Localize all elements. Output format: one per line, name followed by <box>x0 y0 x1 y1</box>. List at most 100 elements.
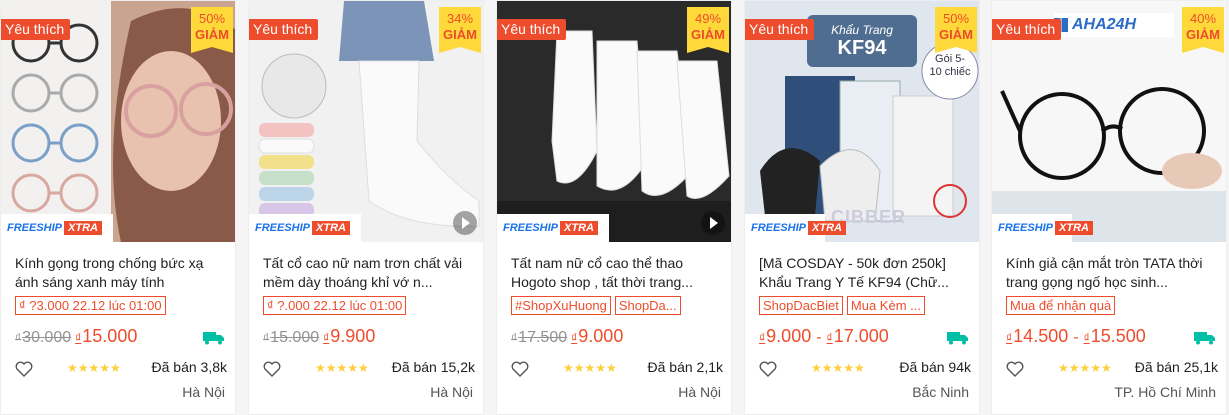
product-title[interactable]: [Mã COSDAY - 50k đơn 250k] Khẩu Trang Y … <box>759 254 971 292</box>
heart-icon[interactable] <box>759 361 777 377</box>
promo-tag: ShopDa... <box>614 296 681 315</box>
product-meta: ★★★★★ Đã bán 94k <box>759 359 971 379</box>
product-grid-row: Yêu thích 50% GIẢM FREESHIP XTRA Kính gọn… <box>0 0 1229 415</box>
banner-pack: Gói 5-10 chiếc <box>929 53 971 78</box>
sale-price-max: ₫17.000 <box>826 326 889 346</box>
sale-price-min: ₫9.000 <box>759 326 812 346</box>
shop-location: Hà Nội <box>430 384 473 400</box>
product-image[interactable]: AHA24H Yêu thích 40% GIẢM FREESHIP XTRA <box>992 1 1226 242</box>
freeship-text: FREESHIP <box>7 222 63 234</box>
heart-icon[interactable] <box>263 361 281 377</box>
favorite-badge: Yêu thích <box>1 19 71 40</box>
promo-tag: ShopDacBiet <box>759 296 843 315</box>
sale-price: ₫9.900 <box>323 326 376 346</box>
currency-symbol: ₫ <box>759 331 766 345</box>
promo-tag: #ShopXuHuong <box>511 296 611 315</box>
freeship-text: FREESHIP <box>503 222 559 234</box>
favorite-badge: Yêu thích <box>249 19 319 40</box>
sale-price: ₫9.000 <box>571 326 624 346</box>
promo-tags: ₫ ?.000 22.12 lúc 01:00 <box>263 296 407 315</box>
video-play-icon[interactable] <box>701 211 725 235</box>
discount-percent: 50% <box>198 11 226 26</box>
xtra-text: XTRA <box>808 221 846 235</box>
rating-stars: ★★★★★ <box>1058 361 1112 375</box>
product-title[interactable]: Kính giả cận mắt tròn TATA thời trang gọ… <box>1006 254 1218 292</box>
rating-stars: ★★★★★ <box>67 361 121 375</box>
product-title[interactable]: Tất cổ cao nữ nam trơn chất vải mềm dày … <box>263 254 475 292</box>
discount-label: GIẢM <box>195 27 229 42</box>
favorite-badge: Yêu thích <box>745 19 815 40</box>
price-block: ₫17.500 ₫9.000 <box>511 326 623 347</box>
discount-label: GIẢM <box>1186 27 1220 42</box>
price-separator: - <box>1073 329 1079 346</box>
discount-label: GIẢM <box>691 27 725 42</box>
heart-icon[interactable] <box>15 361 33 377</box>
product-image[interactable]: Yêu thích 50% GIẢM FREESHIP XTRA <box>1 1 235 242</box>
price-block: ₫9.000 - ₫17.000 <box>759 326 889 347</box>
freeship-xtra-badge: FREESHIP XTRA <box>249 214 361 242</box>
currency-symbol: ₫ <box>75 331 82 345</box>
product-title[interactable]: Kính gọng trong chống bức xạ ánh sáng xa… <box>15 254 227 292</box>
promo-tag: ₫ ?.000 22.12 lúc 01:00 <box>263 296 407 315</box>
promo-tag: Mua Kèm ... <box>846 296 925 315</box>
currency-symbol: ₫ <box>511 331 518 345</box>
brand-badge: AHA24H <box>1054 13 1174 37</box>
brand-mark: AHA24H <box>1072 16 1137 33</box>
price-block: ₫30.000 ₫15.000 <box>15 326 137 347</box>
xtra-text: XTRA <box>64 221 102 235</box>
product-card[interactable]: Khẩu Trang KF94 Gói 5-10 chiếc CIBBER Yê… <box>744 0 980 415</box>
sold-count: Đã bán 25,1k <box>1134 359 1218 375</box>
product-title[interactable]: Tất nam nữ cổ cao thể thao Hogoto shop ,… <box>511 254 723 292</box>
freeship-xtra-badge: FREESHIP XTRA <box>1 214 113 242</box>
product-card[interactable]: Yêu thích 50% GIẢM FREESHIP XTRA Kính gọn… <box>0 0 236 415</box>
product-card[interactable]: AHA24H Yêu thích 40% GIẢM FREESHIP XTRA K… <box>991 0 1227 415</box>
freeship-text: FREESHIP <box>998 222 1054 234</box>
discount-percent: 50% <box>942 11 970 26</box>
promo-tag: ₫ ?3.000 22.12 lúc 01:00 <box>15 296 166 315</box>
original-price: ₫17.500 <box>511 329 568 346</box>
discount-label: GIẢM <box>939 27 973 42</box>
shop-location: Bắc Ninh <box>912 384 969 400</box>
original-price: ₫15.000 <box>263 329 320 346</box>
price-block: ₫14.500 - ₫15.500 <box>1006 326 1146 347</box>
currency-symbol: ₫ <box>1006 331 1013 345</box>
heart-icon[interactable] <box>1006 361 1024 377</box>
currency-symbol: ₫ <box>323 331 330 345</box>
sale-price-min: ₫14.500 <box>1006 326 1069 346</box>
discount-badge: 50% GIẢM <box>191 7 233 53</box>
sold-count: Đã bán 2,1k <box>647 359 724 375</box>
discount-percent: 34% <box>446 11 474 26</box>
sold-count: Đã bán 3,8k <box>151 359 228 375</box>
banner-model: KF94 <box>837 37 887 59</box>
video-play-icon[interactable] <box>453 211 477 235</box>
product-card[interactable]: Yêu thích 34% GIẢM FREESHIP XTRA Tất cổ c… <box>248 0 484 415</box>
rating-stars: ★★★★★ <box>563 361 617 375</box>
discount-badge: 34% GIẢM <box>439 7 481 53</box>
freeship-xtra-badge: FREESHIP XTRA <box>745 214 846 242</box>
favorite-badge: Yêu thích <box>497 19 567 40</box>
currency-symbol: ₫ <box>15 331 22 345</box>
original-price: ₫30.000 <box>15 329 72 346</box>
discount-percent: 40% <box>1189 11 1217 26</box>
sale-price-max: ₫15.500 <box>1083 326 1146 346</box>
sale-price: ₫15.000 <box>75 326 138 346</box>
discount-badge: 50% GIẢM <box>935 7 977 53</box>
sold-count: Đã bán 94k <box>899 359 971 375</box>
favorite-badge: Yêu thích <box>992 19 1062 40</box>
xtra-text: XTRA <box>1055 221 1093 235</box>
product-meta: ★★★★★ Đã bán 25,1k <box>1006 359 1218 379</box>
product-card[interactable]: Yêu thích 49% GIẢM FREESHIP XTRA Tất nam … <box>496 0 732 415</box>
xtra-text: XTRA <box>312 221 350 235</box>
currency-symbol: ₫ <box>263 331 270 345</box>
heart-icon[interactable] <box>511 361 529 377</box>
product-image[interactable]: Yêu thích 34% GIẢM FREESHIP XTRA <box>249 1 483 242</box>
product-image[interactable]: Yêu thích 49% GIẢM FREESHIP XTRA <box>497 1 731 242</box>
product-image[interactable]: Khẩu Trang KF94 Gói 5-10 chiếc CIBBER Yê… <box>745 1 979 242</box>
shop-location: Hà Nội <box>182 384 225 400</box>
freeship-text: FREESHIP <box>255 222 311 234</box>
discount-label: GIẢM <box>443 27 477 42</box>
promo-tags: ShopDacBiet Mua Kèm ... <box>759 296 925 315</box>
shop-location: Hà Nội <box>678 384 721 400</box>
free-shipping-truck-icon <box>1194 332 1215 345</box>
promo-tag: Mua để nhận quà <box>1006 296 1116 315</box>
